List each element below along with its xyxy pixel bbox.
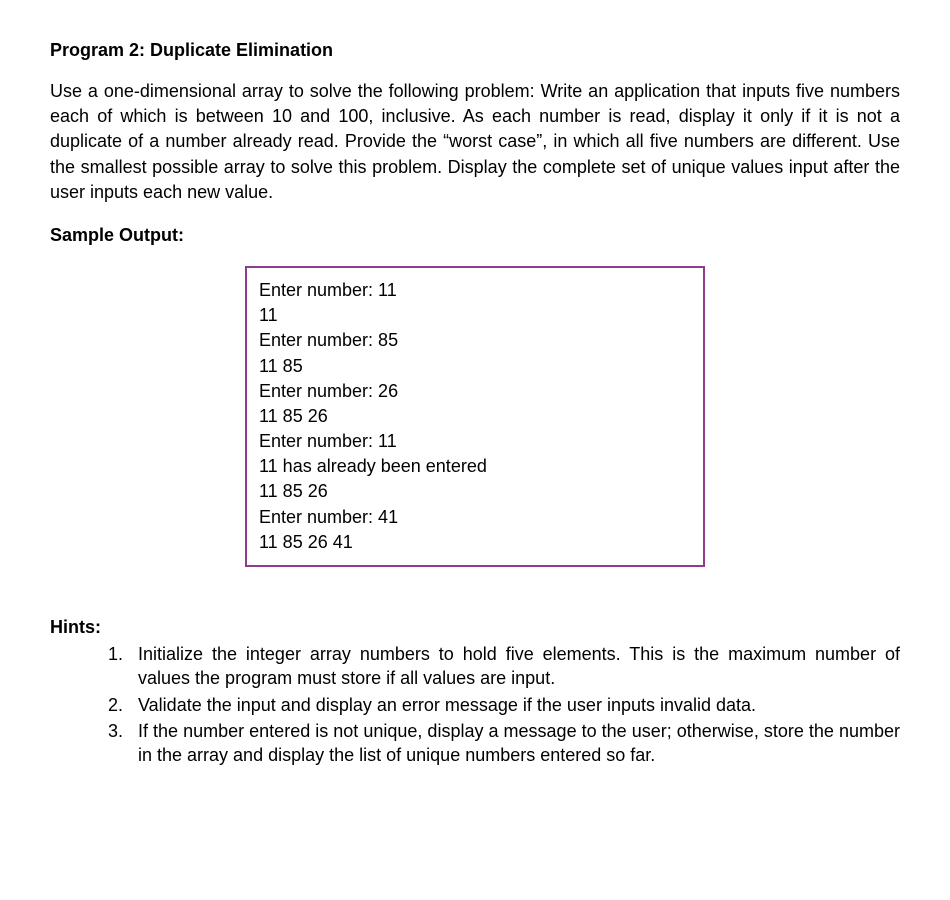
output-line: 11 85 26 (259, 479, 691, 504)
output-line: 11 85 (259, 354, 691, 379)
output-line: Enter number: 26 (259, 379, 691, 404)
output-line: 11 (259, 303, 691, 328)
output-line: 11 85 26 (259, 404, 691, 429)
output-line: 11 has already been entered (259, 454, 691, 479)
output-box-wrapper: Enter number: 11 11 Enter number: 85 11 … (50, 266, 900, 567)
hint-item: Initialize the integer array numbers to … (128, 642, 900, 691)
output-line: 11 85 26 41 (259, 530, 691, 555)
program-title: Program 2: Duplicate Elimination (50, 40, 900, 61)
hints-label: Hints: (50, 617, 900, 638)
sample-output-box: Enter number: 11 11 Enter number: 85 11 … (245, 266, 705, 567)
hints-list: Initialize the integer array numbers to … (50, 642, 900, 767)
output-line: Enter number: 11 (259, 278, 691, 303)
hint-item: Validate the input and display an error … (128, 693, 900, 717)
output-line: Enter number: 41 (259, 505, 691, 530)
output-line: Enter number: 11 (259, 429, 691, 454)
program-description: Use a one-dimensional array to solve the… (50, 79, 900, 205)
output-line: Enter number: 85 (259, 328, 691, 353)
sample-output-label: Sample Output: (50, 225, 900, 246)
hint-item: If the number entered is not unique, dis… (128, 719, 900, 768)
